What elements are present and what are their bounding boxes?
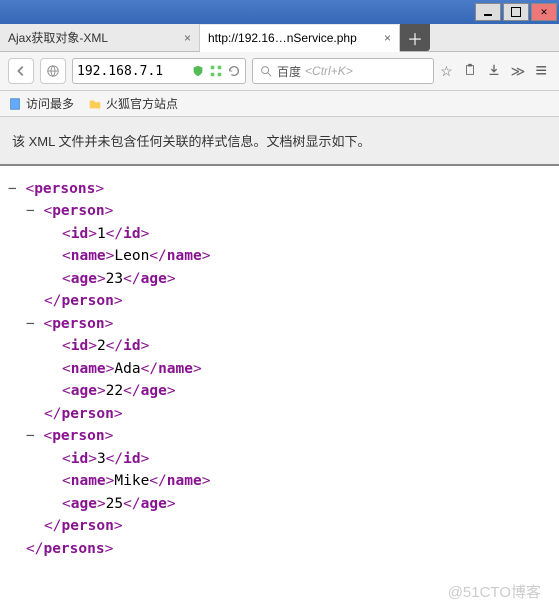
xml-node-open[interactable]: − <person> xyxy=(8,425,551,447)
grid-icon xyxy=(209,64,223,78)
xml-leaf: <id>2</id> xyxy=(8,335,551,357)
xml-root-open[interactable]: − <persons> xyxy=(8,178,551,200)
globe-icon xyxy=(46,64,60,78)
bookmark-item-firefox[interactable]: 火狐官方站点 xyxy=(88,95,178,112)
window-minimize-button[interactable] xyxy=(475,3,501,21)
xml-node-open[interactable]: − <person> xyxy=(8,200,551,222)
xml-leaf: <id>1</id> xyxy=(8,223,551,245)
xml-node-close: </person> xyxy=(8,515,551,537)
bookmark-label: 访问最多 xyxy=(26,95,74,112)
arrow-left-icon xyxy=(14,64,28,78)
toolbar-right-icons: ☆ ≫ xyxy=(440,63,525,80)
window-titlebar xyxy=(0,0,559,24)
xml-leaf: <name>Leon</name> xyxy=(8,245,551,267)
clipboard-icon[interactable] xyxy=(463,63,477,80)
watermark: @51CTO博客 xyxy=(448,581,541,602)
bookmark-star-icon[interactable]: ☆ xyxy=(440,63,453,80)
search-placeholder: <Ctrl+K> xyxy=(305,64,353,78)
window-close-button[interactable] xyxy=(531,3,557,21)
tabs-bar: Ajax获取对象-XML × http://192.16…nService.ph… xyxy=(0,24,559,52)
bookmarks-bar: 访问最多 火狐官方站点 xyxy=(0,91,559,117)
xml-notice-bar: 该 XML 文件并未包含任何关联的样式信息。文档树显示如下。 xyxy=(0,117,559,166)
xml-node-close: </person> xyxy=(8,290,551,312)
tab-0[interactable]: Ajax获取对象-XML × xyxy=(0,24,200,51)
search-icon xyxy=(259,64,273,78)
refresh-icon[interactable] xyxy=(227,64,241,78)
bookmark-item-most-visited[interactable]: 访问最多 xyxy=(8,95,74,112)
xml-node-close: </person> xyxy=(8,403,551,425)
xml-leaf: <age>23</age> xyxy=(8,268,551,290)
tab-label: Ajax获取对象-XML xyxy=(8,29,108,46)
new-tab-button[interactable]: ＋ xyxy=(400,24,430,51)
xml-node-open[interactable]: − <person> xyxy=(8,313,551,335)
xml-leaf: <name>Ada</name> xyxy=(8,358,551,380)
window-maximize-button[interactable] xyxy=(503,3,529,21)
notice-text: 该 XML 文件并未包含任何关联的样式信息。文档树显示如下。 xyxy=(12,134,370,149)
search-bar[interactable]: 百度 <Ctrl+K> xyxy=(252,58,434,84)
xml-leaf: <name>Mike</name> xyxy=(8,470,551,492)
page-icon xyxy=(8,97,22,111)
bookmark-label: 火狐官方站点 xyxy=(106,95,178,112)
tab-close-icon[interactable]: × xyxy=(384,31,391,45)
xml-root-close: </persons> xyxy=(8,538,551,560)
address-input[interactable] xyxy=(77,64,187,79)
xml-leaf: <age>22</age> xyxy=(8,380,551,402)
overflow-icon[interactable]: ≫ xyxy=(511,63,526,80)
hamburger-menu-icon[interactable]: ≡ xyxy=(531,60,551,83)
tab-label: http://192.16…nService.php xyxy=(208,31,357,45)
shield-icon xyxy=(191,64,205,78)
folder-icon xyxy=(88,97,102,111)
xml-leaf: <age>25</age> xyxy=(8,493,551,515)
globe-button[interactable] xyxy=(40,58,66,84)
xml-leaf: <id>3</id> xyxy=(8,448,551,470)
address-bar[interactable] xyxy=(72,58,246,84)
tab-close-icon[interactable]: × xyxy=(184,31,191,45)
toolbar: 百度 <Ctrl+K> ☆ ≫ ≡ xyxy=(0,52,559,91)
xml-tree-view: − <persons>− <person><id>1</id><name>Leo… xyxy=(0,166,559,572)
search-engine-label: 百度 xyxy=(277,63,301,80)
back-button[interactable] xyxy=(8,58,34,84)
download-icon[interactable] xyxy=(487,63,501,80)
tab-1[interactable]: http://192.16…nService.php × xyxy=(200,25,400,52)
